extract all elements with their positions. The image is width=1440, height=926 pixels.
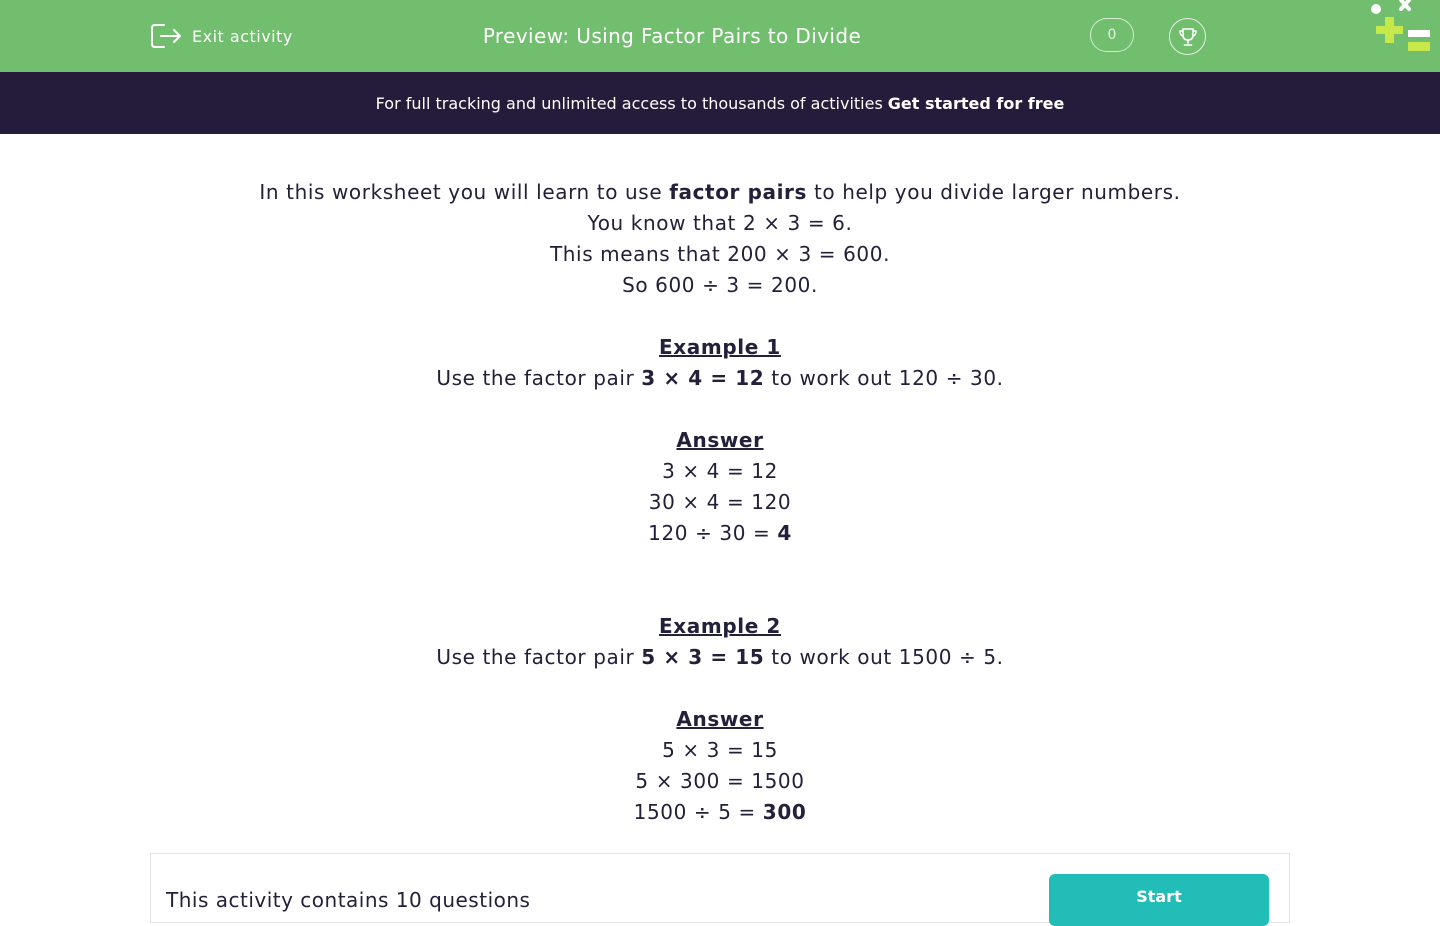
step-text: 120 ÷ 30 = [648,521,778,545]
example-1-step-1: 3 × 4 = 12 [662,459,778,483]
score-badge: 0 [1090,18,1134,52]
final-answer: 4 [777,521,792,545]
example-2-step-3: 1500 ÷ 5 = 300 [150,797,1290,828]
example-1-step-3: 120 ÷ 30 = 4 [150,518,1290,549]
question-text: to work out 120 ÷ 30. [764,366,1004,390]
brand-logo [1371,0,1430,51]
example-2-question: Use the factor pair 5 × 3 = 15 to work o… [150,642,1290,673]
activity-start-panel: This activity contains 10 questions Star… [150,853,1290,926]
promo-banner: For full tracking and unlimited access t… [0,72,1440,134]
get-started-link[interactable]: Get started for free [888,94,1065,113]
intro-line-4: So 600 ÷ 3 = 200. [622,273,818,297]
example-2-step-2: 5 × 300 = 1500 [635,769,805,793]
trophy-icon [1178,27,1197,46]
exit-activity-button[interactable]: Exit activity [150,22,293,50]
final-answer: 300 [762,800,807,824]
example-2-answer-heading: Answer [676,707,764,731]
question-text: Use the factor pair [436,366,642,390]
page-title: Preview: Using Factor Pairs to Divide [482,24,862,48]
intro-text: In this worksheet you will learn to use [259,180,670,204]
example-1-answer-heading: Answer [676,428,764,452]
example-2-step-1: 5 × 3 = 15 [662,738,778,762]
question-count: This activity contains 10 questions [166,888,531,912]
exit-activity-label: Exit activity [192,26,293,46]
intro-keyword: factor pairs [669,180,808,204]
exit-icon [151,24,181,48]
question-text: Use the factor pair [436,645,642,669]
factor-pair: 5 × 3 = 15 [641,645,765,669]
intro-line-1: In this worksheet you will learn to use … [150,177,1290,208]
step-text: 1500 ÷ 5 = [633,800,763,824]
start-button[interactable]: Start [1049,874,1269,926]
question-text: to work out 1500 ÷ 5. [764,645,1004,669]
top-bar: Exit activity Preview: Using Factor Pair… [0,0,1440,72]
trophy-button[interactable] [1169,18,1206,55]
example-1-heading: Example 1 [659,335,781,359]
example-2-heading: Example 2 [659,614,781,638]
factor-pair: 3 × 4 = 12 [641,366,765,390]
intro-text: to help you divide larger numbers. [807,180,1181,204]
example-1-question: Use the factor pair 3 × 4 = 12 to work o… [150,363,1290,394]
worksheet-intro: In this worksheet you will learn to use … [150,177,1290,828]
intro-line-2: You know that 2 × 3 = 6. [587,211,853,235]
intro-line-3: This means that 200 × 3 = 600. [549,242,891,266]
example-1-step-2: 30 × 4 = 120 [648,490,792,514]
promo-text: For full tracking and unlimited access t… [375,93,883,113]
